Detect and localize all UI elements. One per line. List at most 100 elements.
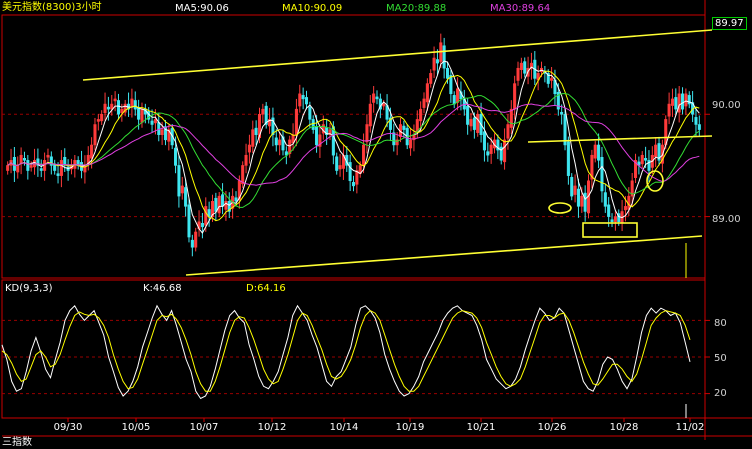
candle-body — [301, 95, 305, 100]
kd-k-value: K:46.68 — [143, 283, 182, 294]
candle-body — [6, 165, 10, 171]
candle-body — [365, 124, 369, 143]
candle-body — [103, 103, 107, 113]
kd-d-line — [1, 309, 691, 392]
candle-body — [442, 45, 446, 69]
candle-body — [429, 73, 433, 84]
candle-body — [184, 187, 188, 207]
candle-body — [150, 120, 154, 125]
last-price-label: 89.97 — [712, 17, 747, 30]
x-tick-label: 10/14 — [329, 422, 359, 433]
candle-body — [200, 223, 204, 228]
candle-body — [217, 195, 221, 214]
candle-body — [247, 144, 251, 153]
candle-body — [670, 98, 674, 106]
candle-body — [362, 144, 366, 166]
legend-ma5: MA5:90.06 — [175, 3, 229, 14]
candle-body — [560, 111, 564, 115]
candle-body — [187, 204, 191, 238]
candle-body — [667, 103, 671, 117]
candle-body — [570, 176, 574, 197]
candle-body — [244, 154, 248, 166]
x-tick-label: 09/30 — [53, 422, 83, 433]
candle-body — [489, 144, 493, 154]
neckline — [527, 135, 713, 143]
candle-body — [456, 88, 460, 103]
kd-y-tick-label: 20 — [714, 388, 727, 399]
trendline-annotations — [82, 29, 713, 418]
candle-body — [251, 129, 255, 147]
candle-body — [476, 114, 480, 133]
candle-body — [274, 137, 278, 146]
x-tick-label: 10/05 — [121, 422, 151, 433]
candle-body — [694, 117, 698, 125]
candle-body — [402, 125, 406, 130]
kd-series — [1, 304, 691, 400]
legend-ma30: MA30:89.64 — [490, 3, 551, 14]
candle-body — [16, 165, 20, 173]
candle-body — [59, 160, 63, 176]
candle-body — [278, 139, 282, 146]
candle-body — [452, 95, 456, 105]
bottom-box-marker — [582, 222, 638, 238]
left-shoulder-marker — [548, 202, 572, 214]
candle-body — [294, 108, 298, 135]
candle-body — [482, 131, 486, 151]
kd-k-line — [1, 304, 691, 400]
kd-y-tick-label: 50 — [714, 353, 727, 364]
candle-body — [674, 97, 678, 110]
lower-channel-line — [185, 235, 703, 276]
candle-body — [311, 119, 315, 130]
candle-body — [513, 83, 517, 110]
candle-body — [194, 231, 198, 248]
candle-body — [503, 139, 507, 163]
candle-body — [644, 158, 648, 161]
candle-body — [241, 165, 245, 185]
x-tick-label: 10/26 — [537, 422, 567, 433]
y-tick-label: 90.00 — [712, 100, 741, 111]
candle-body — [654, 144, 658, 157]
candle-body — [382, 103, 386, 107]
candle-body — [130, 98, 134, 107]
candle-body — [29, 165, 33, 168]
candle-body — [375, 96, 379, 100]
candle-body — [603, 192, 607, 207]
candle-body — [177, 165, 181, 197]
kd-panel-border — [1, 279, 706, 419]
candle-body — [509, 108, 513, 128]
candle-body — [351, 182, 356, 187]
candle-body — [116, 100, 121, 115]
candle-body — [348, 162, 352, 182]
candle-body — [261, 108, 265, 115]
candle-body — [160, 129, 164, 135]
candle-body — [56, 173, 60, 176]
candle-body — [221, 194, 225, 207]
candle-body — [597, 144, 601, 161]
candle-body — [335, 156, 339, 171]
candle-body — [523, 61, 527, 74]
candle-body — [580, 195, 584, 207]
y-tick-label: 89.00 — [712, 214, 741, 225]
candle-body — [90, 144, 94, 159]
candle-body — [338, 165, 342, 170]
candle-body — [610, 219, 614, 222]
candle-body — [472, 117, 476, 130]
candle-body — [254, 127, 258, 135]
candle-body — [174, 147, 178, 166]
candle-body — [26, 160, 30, 171]
candle-body — [681, 93, 685, 110]
x-tick-label: 10/19 — [395, 422, 425, 433]
candle-body — [120, 108, 124, 113]
candle-body — [46, 154, 50, 158]
candle-body — [419, 108, 423, 122]
candle-body — [566, 141, 570, 176]
candle-body — [113, 98, 117, 102]
candle-body — [190, 239, 194, 248]
candle-body — [224, 200, 228, 210]
candle-body — [550, 78, 554, 81]
candle-body — [600, 156, 604, 192]
candle-body — [486, 151, 490, 156]
candle-body — [697, 124, 701, 130]
chart-canvas — [1, 0, 752, 440]
candle-body — [506, 124, 510, 139]
